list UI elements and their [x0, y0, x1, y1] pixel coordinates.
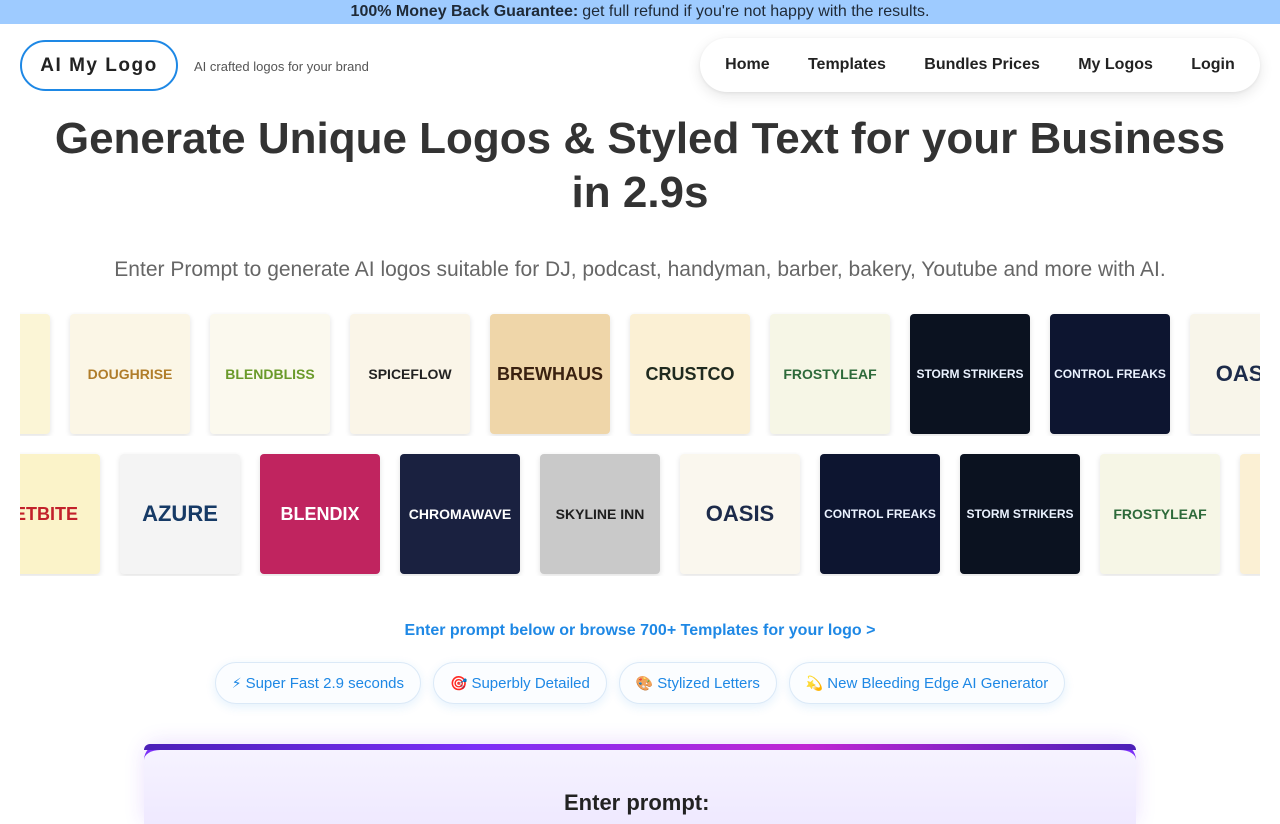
logo-template-tile[interactable] [1240, 454, 1260, 574]
banner-text: get full refund if you're not happy with… [582, 3, 930, 20]
logo-template-tile[interactable]: SKYLINE INN [540, 454, 660, 574]
prompt-label: Enter prompt: [564, 790, 710, 815]
logo-template-tile[interactable]: CONTROL FREAKS [820, 454, 940, 574]
logo-template-tile[interactable]: TE [20, 314, 50, 434]
logo-template-tile[interactable]: BLENDIX [260, 454, 380, 574]
hero-subtitle: Enter Prompt to generate AI logos suitab… [114, 258, 1166, 281]
logo-template-tile[interactable]: OASIS [680, 454, 800, 574]
logo-template-name: OASIS [1215, 361, 1260, 387]
feature-badge-fast: ⚡ Super Fast 2.9 seconds [214, 662, 422, 704]
logo-template-name: OASIS [705, 501, 775, 527]
logo-template-name: STORM STRIKERS [966, 506, 1074, 521]
logo-template-name: DOUGHRISE [87, 365, 173, 382]
browse-templates-link[interactable]: Enter prompt below or browse 700+ Templa… [0, 622, 1280, 640]
logo-template-tile[interactable]: AZURE [120, 454, 240, 574]
main-nav: Home Templates Bundles Prices My Logos L… [700, 38, 1260, 92]
logo-template-tile[interactable]: BLENDBLISS [210, 314, 330, 434]
logo-template-name: CONTROL FREAKS [1054, 366, 1166, 381]
sparkle-icon: 💫 [805, 674, 824, 691]
logo-template-name: SKYLINE INN [555, 505, 645, 522]
logo-template-tile[interactable]: CRUSTCO [630, 314, 750, 434]
nav-bundles-prices[interactable]: Bundles Prices [924, 56, 1040, 74]
logo-template-name: AZURE [142, 501, 218, 527]
nav-templates[interactable]: Templates [808, 56, 886, 74]
brand-logo[interactable]: AI My Logo [20, 40, 178, 91]
logo-carousel-row-2: EETBITE AZURE BLENDIX CHROMAWAVE SKYLINE INN… [20, 452, 1260, 576]
brand-tagline: AI crafted logos for your brand [194, 59, 369, 74]
logo-template-name: BLENDBLISS [225, 365, 315, 382]
prompt-card: Enter prompt: [144, 744, 1136, 824]
logo-template-tile[interactable]: CONTROL FREAKS [1050, 314, 1170, 434]
logo-template-name: CHROMAWAVE [408, 505, 512, 522]
logo-template-name: FROSTYLEAF [783, 365, 877, 382]
logo-template-name: FROSTYLEAF [1113, 505, 1207, 522]
logo-template-tile[interactable]: DOUGHRISE [70, 314, 190, 434]
logo-template-tile[interactable]: FROSTYLEAF [770, 314, 890, 434]
feature-label: Super Fast 2.9 seconds [245, 674, 405, 692]
logo-template-tile[interactable]: BREWHAUS [490, 314, 610, 434]
lightning-icon: ⚡ [231, 674, 242, 691]
target-icon: 🎯 [450, 674, 468, 691]
logo-template-name: STORM STRIKERS [916, 366, 1024, 381]
logo-carousel-row-1: TE DOUGHRISE BLENDBLISS SPICEFLOW BREWHAUS CR… [20, 312, 1260, 436]
logo-template-tile[interactable]: FROSTYLEAF [1100, 454, 1220, 574]
logo-template-tile[interactable]: SPICEFLOW [350, 314, 470, 434]
logo-template-name: CRUSTCO [645, 363, 735, 384]
feature-badge-detailed: 🎯 Superbly Detailed [433, 662, 607, 704]
nav-my-logos[interactable]: My Logos [1078, 56, 1153, 74]
logo-template-name: SPICEFLOW [368, 365, 452, 382]
banner-bold: 100% Money Back Guarantee: [350, 3, 579, 20]
feature-badges: ⚡ Super Fast 2.9 seconds 🎯 Superbly Detail… [0, 662, 1280, 704]
money-back-banner: 100% Money Back Guarantee: get full refu… [0, 0, 1280, 24]
header: AI My Logo AI crafted logos for your bra… [0, 24, 1280, 108]
logo-template-tile[interactable]: EETBITE [20, 454, 100, 574]
hero-title: Generate Unique Logos & Styled Text for … [54, 114, 1226, 217]
palette-icon: 🎨 [635, 674, 654, 691]
logo-template-name: CONTROL FREAKS [824, 506, 936, 521]
logo-template-tile[interactable]: STORM STRIKERS [960, 454, 1080, 574]
feature-label: Stylized Letters [657, 674, 760, 692]
logo-template-name: BREWHAUS [497, 363, 603, 384]
feature-label: New Bleeding Edge AI Generator [827, 674, 1049, 692]
logo-template-tile[interactable]: CHROMAWAVE [400, 454, 520, 574]
nav-home[interactable]: Home [725, 56, 769, 74]
nav-login[interactable]: Login [1191, 56, 1235, 74]
logo-template-name: BLENDIX [280, 503, 360, 524]
logo-template-tile[interactable]: STORM STRIKERS [910, 314, 1030, 434]
feature-badge-ai: 💫 New Bleeding Edge AI Generator [788, 662, 1066, 704]
logo-template-name: EETBITE [20, 503, 78, 524]
feature-label: Superbly Detailed [471, 674, 590, 692]
feature-badge-stylized: 🎨 Stylized Letters [618, 662, 777, 704]
logo-template-tile[interactable]: OASIS [1190, 314, 1260, 434]
